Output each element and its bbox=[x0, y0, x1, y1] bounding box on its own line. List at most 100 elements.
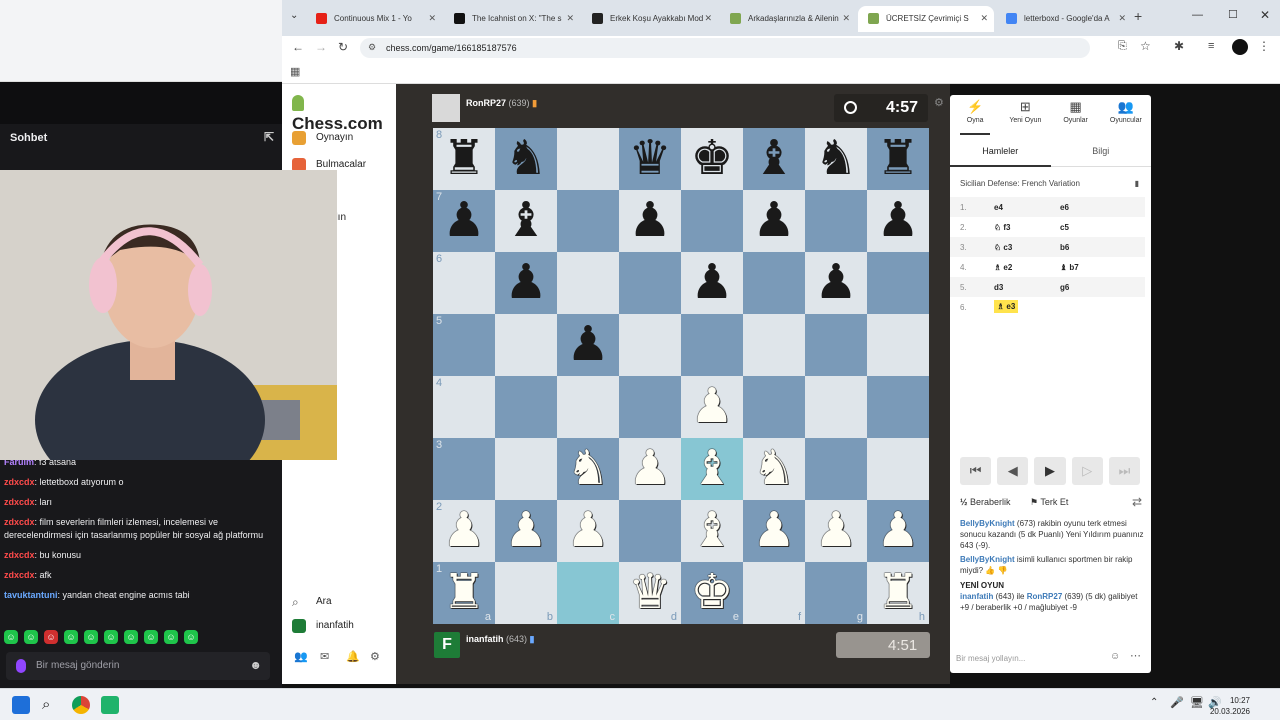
board-square[interactable]: ♟ bbox=[619, 438, 681, 500]
white-bishop-piece[interactable]: ♝ bbox=[690, 445, 733, 493]
browser-menu-icon[interactable]: ⋮ bbox=[1258, 39, 1270, 53]
last-move-icon[interactable]: ⏭ bbox=[1108, 457, 1141, 485]
board-square[interactable] bbox=[867, 438, 929, 500]
black-pawn-piece[interactable]: ♟ bbox=[442, 197, 485, 245]
popout-icon[interactable]: ⇱ bbox=[264, 130, 274, 144]
first-move-icon[interactable]: ⏮ bbox=[960, 457, 992, 485]
notifications-icon[interactable]: 🔔 bbox=[346, 650, 360, 663]
board-square[interactable]: e ♚ bbox=[681, 562, 743, 624]
black-knight-piece[interactable]: ♞ bbox=[504, 135, 547, 183]
board-square[interactable]: ♟ bbox=[681, 252, 743, 314]
board-square[interactable] bbox=[619, 314, 681, 376]
mic-tray-icon[interactable]: 🎤 bbox=[1170, 696, 1184, 709]
board-square[interactable]: 3 bbox=[433, 438, 495, 500]
settings-icon[interactable]: ⚙ bbox=[370, 650, 380, 663]
black-rook-piece[interactable]: ♜ bbox=[876, 135, 919, 183]
tab-close-icon[interactable]: ✕ bbox=[1118, 13, 1126, 24]
black-pawn-piece[interactable]: ♟ bbox=[752, 197, 795, 245]
board-square[interactable]: c bbox=[557, 562, 619, 624]
sidebar-profile[interactable]: inanfatih bbox=[292, 619, 354, 638]
browser-tab[interactable]: ÜCRETSİZ Çevrimiçi S ✕ bbox=[858, 6, 994, 32]
board-square[interactable] bbox=[619, 500, 681, 562]
resign-button[interactable]: ⚑ Terk Et bbox=[1030, 497, 1068, 508]
white-move[interactable]: d3 bbox=[994, 283, 1003, 292]
board-square[interactable]: ♟ bbox=[557, 500, 619, 562]
emote-icon[interactable]: ☺ bbox=[64, 630, 78, 644]
emote-icon[interactable]: ☺ bbox=[184, 630, 198, 644]
board-square[interactable]: ♟ bbox=[743, 500, 805, 562]
board-square[interactable]: ♛ bbox=[619, 128, 681, 190]
board-square[interactable] bbox=[619, 252, 681, 314]
sidebar-item[interactable]: Oynayın bbox=[292, 131, 353, 150]
new-tab-icon[interactable]: + bbox=[1134, 8, 1142, 24]
black-pawn-piece[interactable]: ♟ bbox=[566, 321, 609, 369]
more-icon[interactable]: ⋯ bbox=[1130, 649, 1141, 662]
tray-chevron-icon[interactable]: ⌃ bbox=[1150, 697, 1158, 708]
panel-subtab[interactable]: Hamleler bbox=[950, 137, 1051, 167]
chat-username[interactable]: zdxcdx bbox=[4, 550, 35, 560]
board-square[interactable] bbox=[557, 252, 619, 314]
black-pawn-piece[interactable]: ♟ bbox=[628, 197, 671, 245]
thumbs-down-icon[interactable]: 👎 bbox=[998, 566, 1008, 575]
white-rook-piece[interactable]: ♜ bbox=[876, 569, 919, 617]
board-square[interactable]: ♚ bbox=[681, 128, 743, 190]
board-square[interactable] bbox=[557, 128, 619, 190]
panel-subtab[interactable]: Bilgi bbox=[1051, 137, 1152, 166]
emote-icon[interactable]: ☺ bbox=[4, 630, 18, 644]
board-square[interactable] bbox=[681, 314, 743, 376]
white-pawn-piece[interactable]: ♟ bbox=[814, 507, 857, 555]
black-pawn-piece[interactable]: ♟ bbox=[876, 197, 919, 245]
next-move-icon[interactable]: ▶ bbox=[1034, 457, 1066, 485]
white-knight-piece[interactable]: ♞ bbox=[752, 445, 795, 493]
board-square[interactable]: 1 a ♜ bbox=[433, 562, 495, 624]
chat-username[interactable]: zdxcdx bbox=[4, 497, 35, 507]
tab-menu-icon[interactable]: ⌄ bbox=[290, 10, 298, 21]
emote-icon[interactable]: ☺ bbox=[104, 630, 118, 644]
emoji-icon[interactable]: ☻ bbox=[249, 658, 262, 672]
black-pawn-piece[interactable]: ♟ bbox=[814, 259, 857, 307]
board-square[interactable]: d ♛ bbox=[619, 562, 681, 624]
board-square[interactable]: ♞ bbox=[805, 128, 867, 190]
reload-icon[interactable]: ↻ bbox=[338, 40, 348, 54]
maximize-icon[interactable]: ☐ bbox=[1228, 8, 1238, 21]
clock-tray[interactable]: 10:27 20.03.2026 bbox=[1210, 695, 1250, 717]
white-queen-piece[interactable]: ♛ bbox=[628, 569, 671, 617]
messages-icon[interactable]: ✉ bbox=[320, 650, 329, 663]
board-square[interactable]: ♟ bbox=[743, 190, 805, 252]
emote-icon[interactable]: ☺ bbox=[44, 630, 58, 644]
board-square[interactable] bbox=[743, 314, 805, 376]
black-pawn-piece[interactable]: ♟ bbox=[504, 259, 547, 307]
board-square[interactable] bbox=[805, 376, 867, 438]
board-square[interactable] bbox=[805, 314, 867, 376]
black-knight-piece[interactable]: ♞ bbox=[814, 135, 857, 183]
opponent-avatar[interactable] bbox=[432, 94, 460, 122]
chat-input[interactable]: Bir mesaj gönderin ☻ bbox=[6, 652, 270, 680]
emote-icon[interactable]: ☺ bbox=[84, 630, 98, 644]
media-icon[interactable]: ≡ bbox=[1208, 40, 1214, 52]
board-square[interactable] bbox=[743, 376, 805, 438]
black-move[interactable]: c5 bbox=[1060, 223, 1069, 232]
emote-icon[interactable]: ☺ bbox=[144, 630, 158, 644]
log-user[interactable]: BellyByKnight bbox=[960, 555, 1015, 564]
emote-icon[interactable]: ☺ bbox=[164, 630, 178, 644]
board-square[interactable]: 7 ♟ bbox=[433, 190, 495, 252]
tab-close-icon[interactable]: ✕ bbox=[980, 13, 988, 24]
emote-icon[interactable]: ☺ bbox=[124, 630, 138, 644]
white-pawn-piece[interactable]: ♟ bbox=[628, 445, 671, 493]
white-rook-piece[interactable]: ♜ bbox=[442, 569, 485, 617]
emoji-icon[interactable]: ☺ bbox=[1110, 651, 1120, 662]
log-user[interactable]: inanfatih bbox=[960, 592, 993, 601]
board-square[interactable] bbox=[867, 314, 929, 376]
board-square[interactable] bbox=[867, 252, 929, 314]
black-move[interactable]: b6 bbox=[1060, 243, 1069, 252]
board-square[interactable]: 2 ♟ bbox=[433, 500, 495, 562]
tab-close-icon[interactable]: ✕ bbox=[842, 13, 850, 24]
black-bishop-piece[interactable]: ♝ bbox=[752, 135, 795, 183]
white-pawn-piece[interactable]: ♟ bbox=[566, 507, 609, 555]
board-square[interactable]: ♟ bbox=[557, 314, 619, 376]
board-square[interactable]: ♟ bbox=[805, 252, 867, 314]
panel-top-tab[interactable]: ⚡ Oyna bbox=[950, 95, 1000, 135]
opponent-name[interactable]: RonRP27 bbox=[466, 98, 506, 108]
board-square[interactable]: ♟ bbox=[681, 376, 743, 438]
tab-close-icon[interactable]: ✕ bbox=[566, 13, 574, 24]
